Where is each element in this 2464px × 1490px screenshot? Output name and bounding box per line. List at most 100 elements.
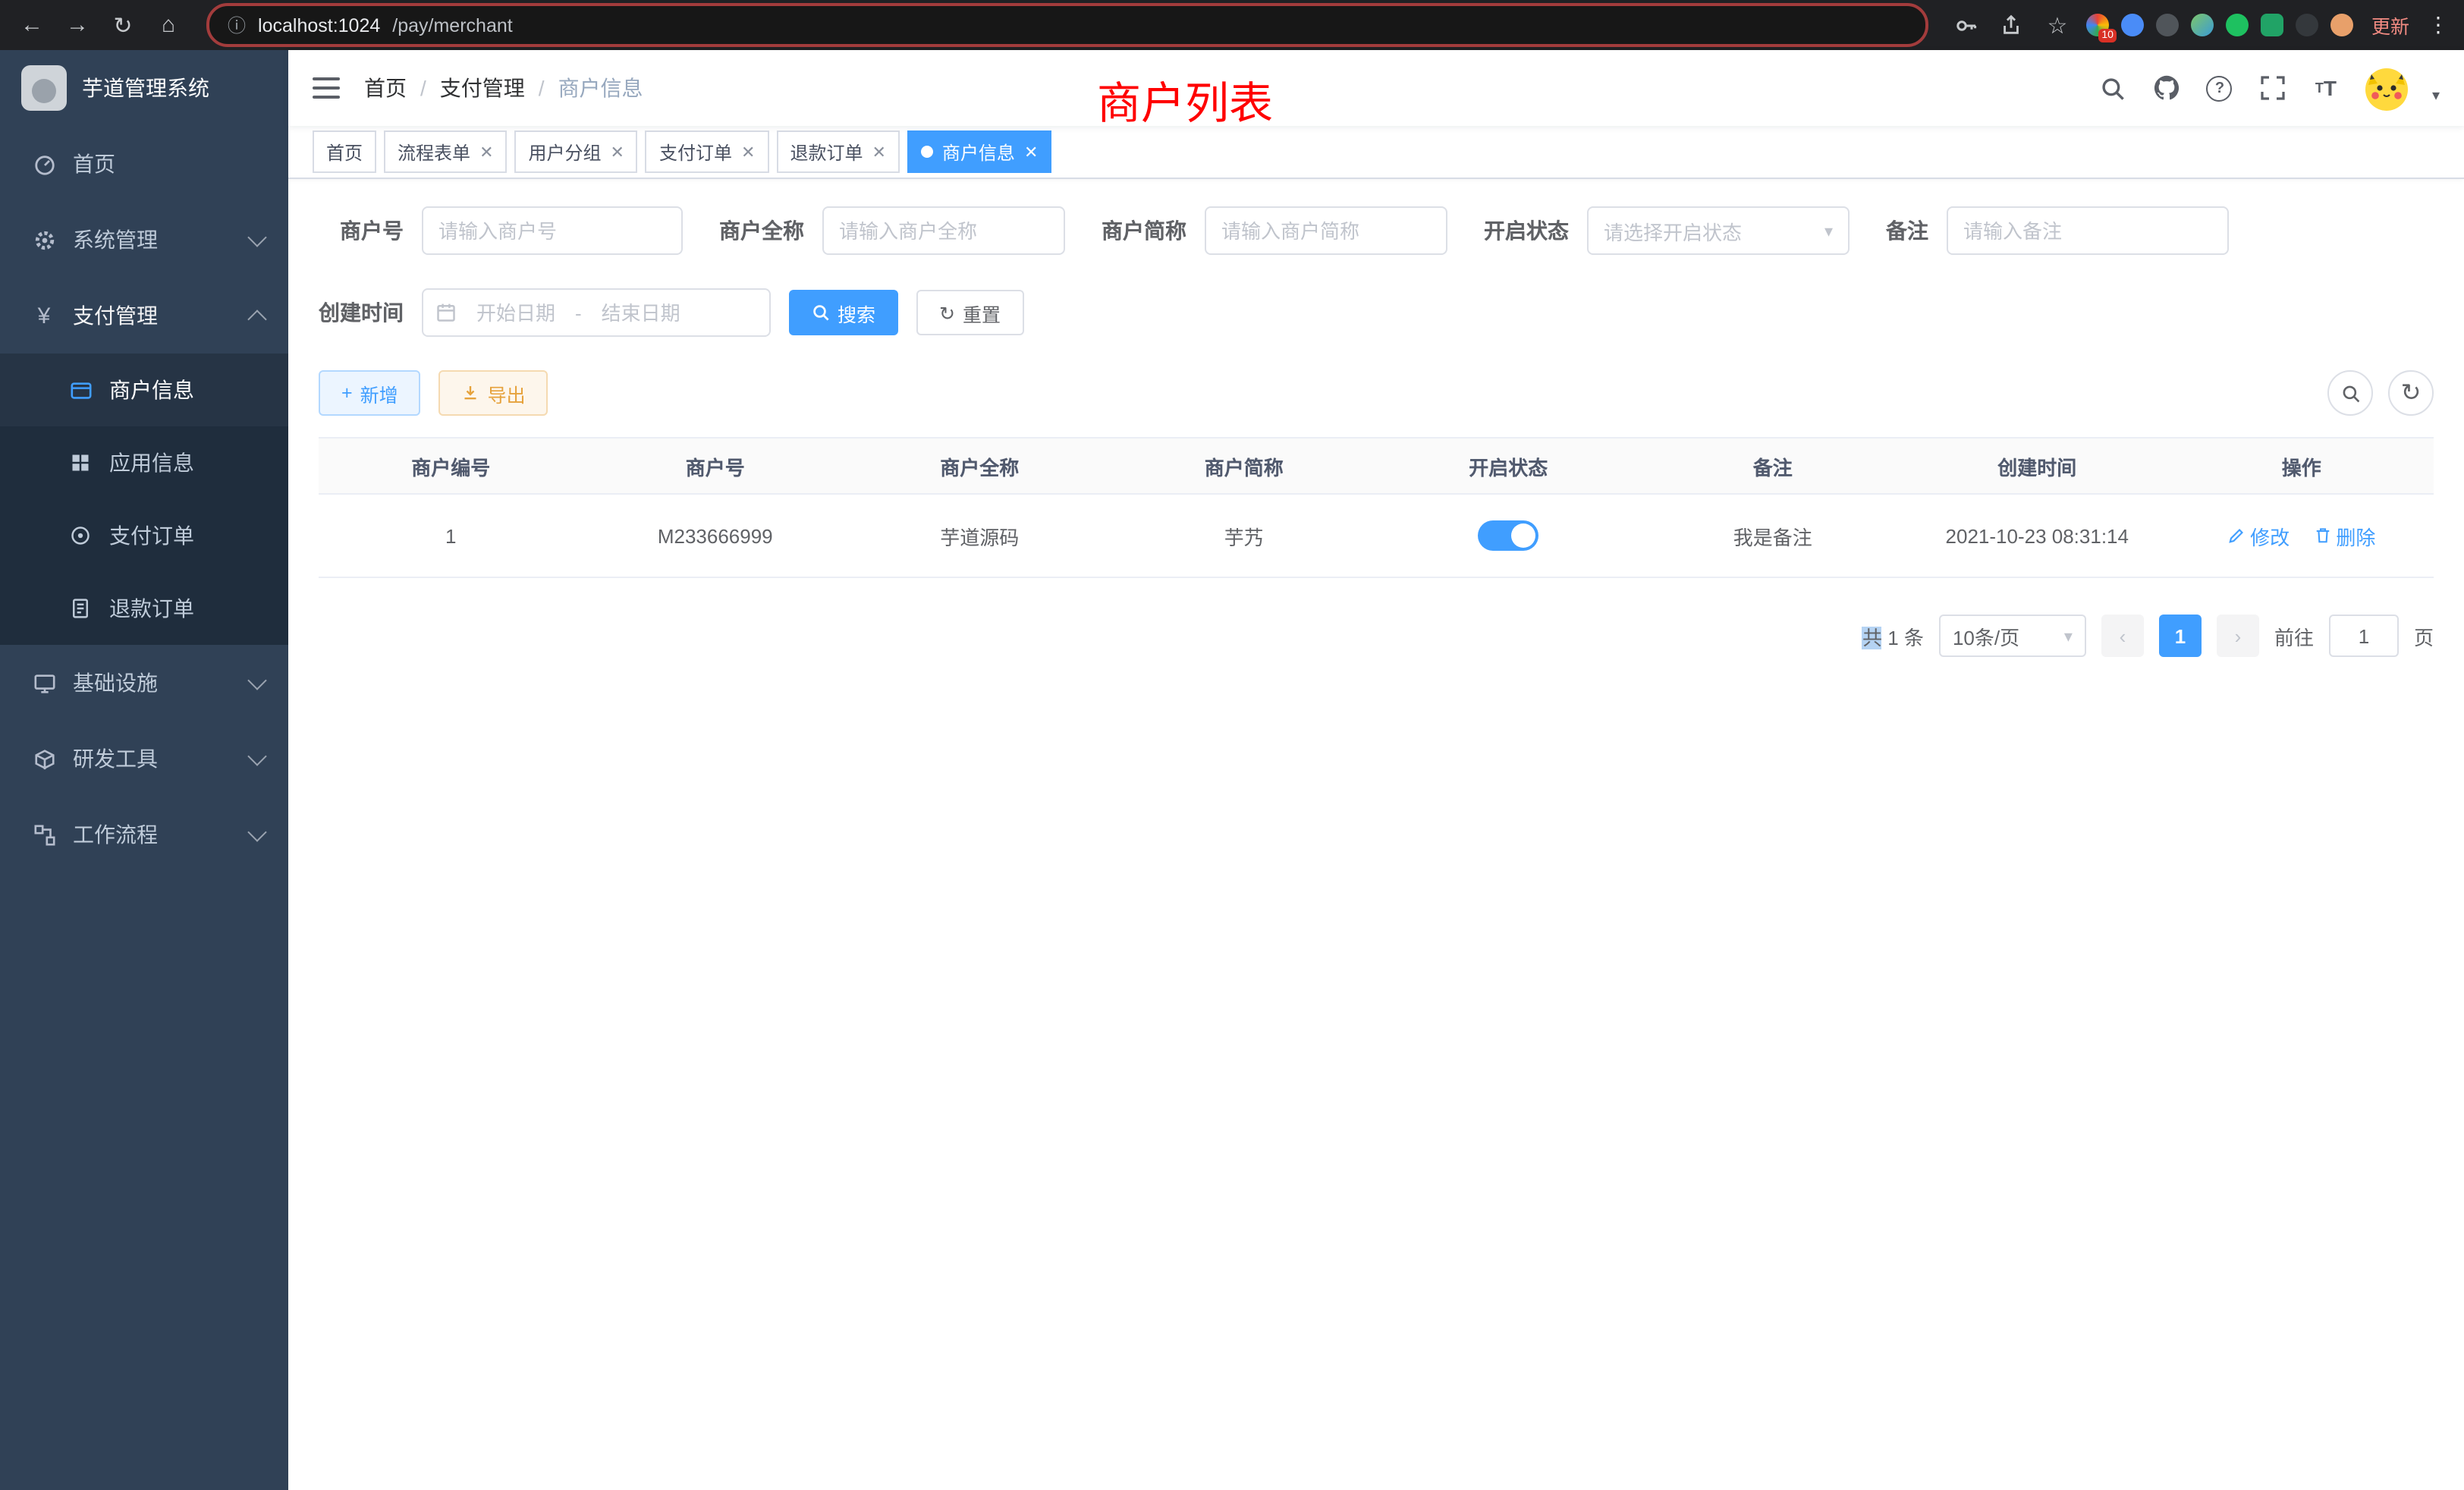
tab-home[interactable]: 首页: [313, 130, 376, 173]
extension-grid-icon[interactable]: 10: [2086, 14, 2109, 36]
end-date-input[interactable]: [591, 300, 691, 325]
col-remark: 备注: [1641, 438, 1906, 494]
password-key-icon[interactable]: [1950, 8, 1983, 42]
toggle-search-icon[interactable]: [2327, 370, 2373, 416]
export-button[interactable]: 导出: [439, 370, 548, 416]
gear-icon: [30, 228, 58, 251]
extension-pin-icon[interactable]: [2296, 14, 2318, 36]
goto-page-input[interactable]: [2329, 615, 2399, 657]
close-icon[interactable]: ✕: [1024, 142, 1038, 162]
short-name-label: 商户简称: [1102, 215, 1186, 246]
close-icon[interactable]: ✕: [611, 142, 624, 162]
sidebar-menu: 首页 系统管理 ¥ 支付管理: [0, 126, 288, 1490]
avatar-caret-icon[interactable]: ▾: [2432, 88, 2440, 105]
status-select[interactable]: 请选择开启状态 ▾: [1587, 206, 1850, 255]
font-size-icon[interactable]: TT: [2311, 73, 2341, 103]
reload-icon[interactable]: ↻: [106, 8, 140, 42]
annotation-overlay: 商户列表: [1097, 68, 1273, 132]
sidebar-item-label: 退款订单: [109, 593, 194, 624]
extension-green-circle-icon[interactable]: [2226, 14, 2249, 36]
tab-pay-order[interactable]: 支付订单✕: [646, 130, 768, 173]
active-dot: [921, 146, 933, 158]
date-range-picker[interactable]: -: [422, 288, 771, 337]
sidebar-item-refund-order[interactable]: 退款订单: [0, 572, 288, 645]
extension-blue-icon[interactable]: [2121, 14, 2144, 36]
start-date-input[interactable]: [466, 300, 566, 325]
extension-avatar-icon[interactable]: [2191, 14, 2214, 36]
extension-dark-icon[interactable]: [2156, 14, 2179, 36]
full-name-input[interactable]: [822, 206, 1065, 255]
sidebar-item-pay[interactable]: ¥ 支付管理: [0, 278, 288, 354]
logo-avatar: [21, 65, 67, 111]
status-toggle[interactable]: [1478, 520, 1538, 551]
sidebar-item-merchant-info[interactable]: 商户信息: [0, 354, 288, 426]
sidebar-item-dev-tools[interactable]: 研发工具: [0, 721, 288, 797]
forward-icon[interactable]: →: [61, 8, 94, 42]
cell-create-time: 2021-10-23 08:31:14: [1905, 494, 2170, 577]
close-icon[interactable]: ✕: [479, 142, 493, 162]
breadcrumb-current: 商户信息: [558, 73, 643, 103]
sidebar-item-label: 支付订单: [109, 520, 194, 551]
help-icon[interactable]: ?: [2205, 73, 2235, 103]
extension-orange-icon[interactable]: [2330, 14, 2353, 36]
extension-green-square-icon[interactable]: [2261, 14, 2283, 36]
search-icon[interactable]: [2098, 73, 2129, 103]
tab-merchant-info[interactable]: 商户信息✕: [907, 130, 1051, 173]
add-button[interactable]: + 新增: [319, 370, 421, 416]
fullscreen-icon[interactable]: [2258, 73, 2288, 103]
back-icon[interactable]: ←: [15, 8, 49, 42]
share-icon[interactable]: [1995, 8, 2029, 42]
home-icon[interactable]: ⌂: [152, 8, 185, 42]
reset-button[interactable]: ↻ 重置: [916, 290, 1023, 335]
tab-refund-order[interactable]: 退款订单✕: [776, 130, 899, 173]
close-icon[interactable]: ✕: [741, 142, 755, 162]
tags-view-bar: 首页 流程表单✕ 用户分组✕ 支付订单✕ 退款订单✕ 商户信息✕: [288, 126, 2464, 179]
bookmark-star-icon[interactable]: ☆: [2041, 8, 2074, 42]
pay-submenu: 商户信息 应用信息 支付订单: [0, 354, 288, 645]
search-button[interactable]: 搜索: [789, 290, 898, 335]
sidebar: 芋道管理系统 首页 系统管理 ¥: [0, 50, 288, 1490]
screen: ← → ↻ ⌂ ⓘ localhost:1024/pay/merchant ☆ …: [0, 0, 2464, 1490]
browser-menu-icon[interactable]: ⋮: [2428, 12, 2449, 38]
refresh-table-icon[interactable]: ↻: [2388, 370, 2434, 416]
cell-full-name: 芋道源码: [847, 494, 1112, 577]
filter-row-2: 创建时间 - 搜索: [319, 288, 2434, 337]
status-label: 开启状态: [1484, 215, 1569, 246]
sidebar-item-workflow[interactable]: 工作流程: [0, 797, 288, 872]
sidebar-item-pay-order[interactable]: 支付订单: [0, 499, 288, 572]
delete-link[interactable]: 删除: [2313, 521, 2375, 550]
col-short-name: 商户简称: [1112, 438, 1377, 494]
goto-label: 前往: [2274, 621, 2314, 650]
remark-input[interactable]: [1947, 206, 2229, 255]
merchant-no-input[interactable]: [422, 206, 683, 255]
short-name-input[interactable]: [1205, 206, 1447, 255]
tab-user-group[interactable]: 用户分组✕: [515, 130, 638, 173]
sidebar-item-infrastructure[interactable]: 基础设施: [0, 645, 288, 721]
app-logo[interactable]: 芋道管理系统: [0, 50, 288, 126]
github-icon[interactable]: [2151, 73, 2182, 103]
cell-short-name: 芋艿: [1112, 494, 1377, 577]
address-bar[interactable]: ⓘ localhost:1024/pay/merchant: [206, 3, 1928, 47]
prev-page-button[interactable]: ‹: [2101, 615, 2144, 657]
user-avatar[interactable]: [2364, 65, 2409, 111]
page-info-icon[interactable]: ⓘ: [228, 12, 246, 38]
breadcrumb-pay[interactable]: 支付管理: [440, 73, 525, 103]
sidebar-item-home[interactable]: 首页: [0, 126, 288, 202]
chrome-update-button[interactable]: 更新: [2371, 11, 2409, 39]
sidebar-item-label: 支付管理: [73, 300, 250, 331]
page-size-select[interactable]: 10条/页 ▾: [1939, 615, 2086, 657]
edit-link[interactable]: 修改: [2227, 521, 2290, 550]
sidebar-item-app-info[interactable]: 应用信息: [0, 426, 288, 499]
chevron-down-icon: [247, 747, 266, 765]
tab-flow-form[interactable]: 流程表单✕: [384, 130, 507, 173]
page-number-button[interactable]: 1: [2159, 615, 2202, 657]
sidebar-item-system[interactable]: 系统管理: [0, 202, 288, 278]
url-host: localhost:1024: [258, 14, 380, 36]
breadcrumb-home[interactable]: 首页: [364, 73, 407, 103]
sidebar-item-label: 工作流程: [73, 819, 250, 850]
close-icon[interactable]: ✕: [872, 142, 885, 162]
next-page-button[interactable]: ›: [2217, 615, 2259, 657]
sidebar-toggle-icon[interactable]: [313, 77, 340, 99]
remark-label: 备注: [1886, 215, 1928, 246]
dashboard-icon: [30, 152, 58, 175]
